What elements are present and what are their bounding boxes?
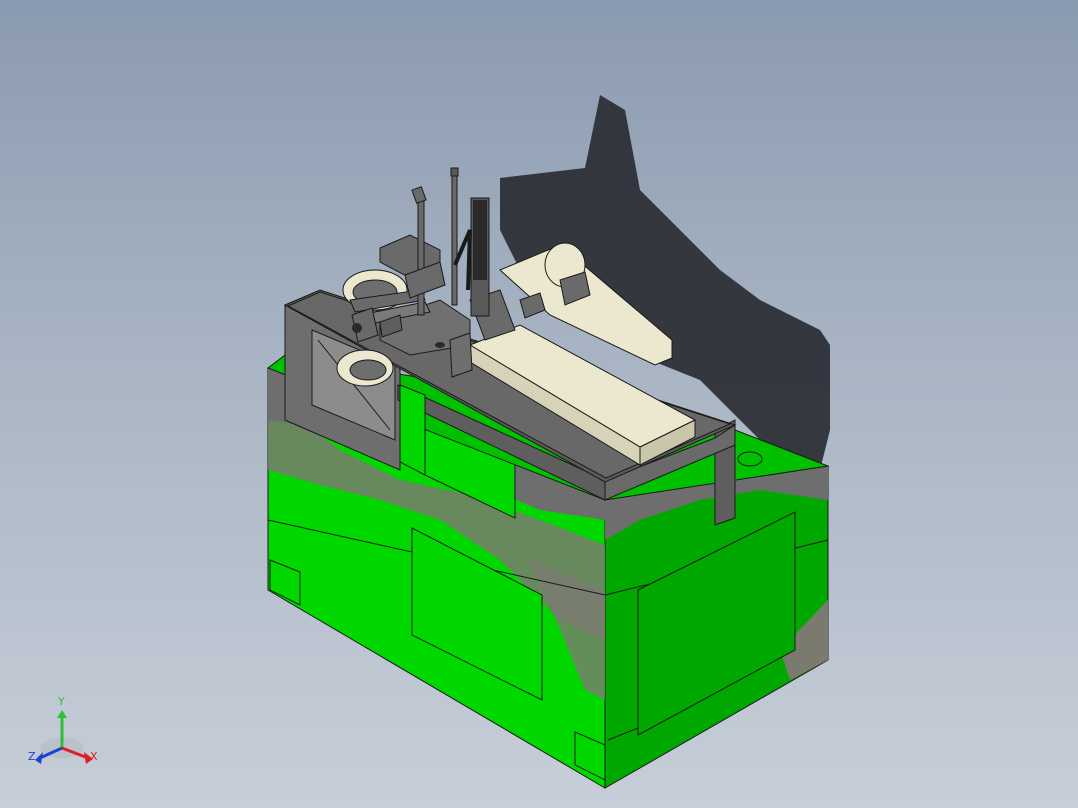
motor-bracket-2 [519,292,546,319]
model-scene[interactable] [0,0,1078,808]
axis-triad[interactable] [35,710,93,764]
base-top-hole [737,451,763,467]
rod-middle-cap [450,167,459,177]
mech-hole [435,342,445,348]
rod-left-top [411,186,427,204]
x-axis-label: X [90,750,98,763]
y-axis-label: Y [58,695,65,708]
bowl-lower-inner [349,359,387,381]
mech-knob [352,323,362,333]
y-axis-arrow-icon [57,710,67,718]
cad-viewport[interactable]: Y X Z [0,0,1078,808]
z-axis-arrow-icon [35,752,43,764]
rod-left [417,194,425,316]
z-axis-label: Z [28,750,36,763]
mech-small-block [449,332,473,378]
frame-green-window [399,384,426,476]
rod-middle [451,174,458,306]
column-dark-inner [473,200,487,280]
